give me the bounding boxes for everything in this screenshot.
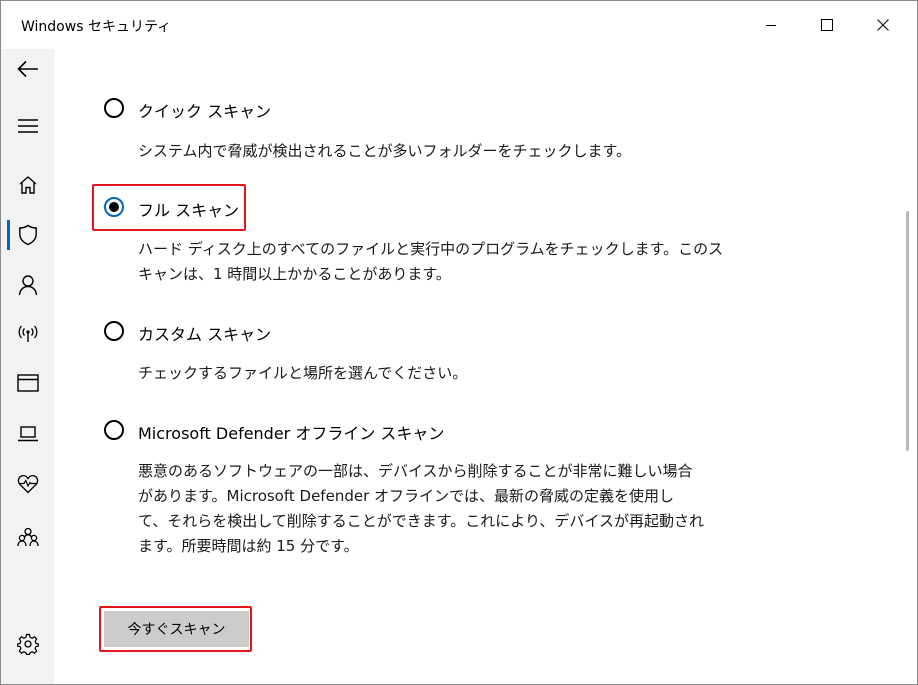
description-line: キャンは、1 時間以上かかることがあります。 [138, 265, 451, 283]
windows-security-window: Windows セキュリティ クイック スキャン システム内で脅威が検出されるこ… [0, 0, 918, 685]
offline-scan-radio[interactable] [104, 420, 124, 440]
offline-scan-label[interactable]: Microsoft Defender オフライン スキャン [138, 420, 444, 444]
nav-virus-protection[interactable] [1, 215, 54, 255]
full-scan-description: ハード ディスク上のすべてのファイルと実行中のプログラムをチェックします。このス… [138, 237, 723, 287]
description-line: て、それらを検出して削除することができます。これにより、デバイスが再起動され [138, 512, 704, 530]
radio-selected-dot [109, 202, 119, 212]
family-icon [16, 527, 39, 547]
description-line: システム内で脅威が検出されることが多いフォルダーをチェックします。 [138, 142, 632, 160]
description-line: ハード ディスク上のすべてのファイルと実行中のプログラムをチェックします。このス [138, 240, 724, 258]
quick-scan-radio[interactable] [104, 98, 124, 118]
description-line: 悪意のあるソフトウェアの一部は、デバイスから削除することが非常に難しい場合 [138, 462, 693, 480]
description-line: チェックするファイルと場所を選んでください。 [138, 364, 468, 382]
minimize-button[interactable] [748, 1, 794, 49]
title-bar: Windows セキュリティ [1, 1, 917, 49]
device-security-icon [17, 426, 38, 442]
app-browser-icon [16, 374, 39, 392]
menu-button[interactable] [1, 106, 54, 146]
maximize-icon [821, 19, 833, 31]
account-icon [18, 275, 37, 296]
back-icon [16, 60, 38, 78]
home-icon [19, 176, 36, 194]
settings-icon [16, 633, 39, 655]
scan-options-pane: クイック スキャン システム内で脅威が検出されることが多いフォルダーをチェックし… [54, 49, 917, 684]
nav-app-browser-control[interactable] [1, 363, 54, 403]
description-line: があります。Microsoft Defender オフラインでは、最新の脅威の定… [138, 487, 675, 505]
quick-scan-description: システム内で脅威が検出されることが多いフォルダーをチェックします。 [138, 139, 631, 164]
custom-scan-description: チェックするファイルと場所を選んでください。 [138, 361, 467, 386]
full-scan-label[interactable]: フル スキャン [138, 197, 239, 221]
minimize-icon [766, 25, 776, 26]
close-button[interactable] [860, 1, 906, 49]
scan-now-button[interactable]: 今すぐスキャン [104, 611, 249, 647]
health-icon [17, 474, 38, 494]
vertical-scrollbar[interactable] [906, 211, 909, 451]
network-icon [18, 325, 37, 342]
nav-settings[interactable] [1, 624, 54, 664]
nav-family-options[interactable] [1, 517, 54, 557]
offline-scan-description: 悪意のあるソフトウェアの一部は、デバイスから削除することが非常に難しい場合 があ… [138, 459, 704, 559]
custom-scan-radio[interactable] [104, 321, 124, 341]
navigation-sidebar [1, 49, 54, 684]
custom-scan-label[interactable]: カスタム スキャン [138, 321, 271, 345]
nav-account-protection[interactable] [1, 265, 54, 305]
shield-icon [18, 224, 37, 246]
window-title: Windows セキュリティ [21, 19, 172, 35]
nav-device-security[interactable] [1, 414, 54, 454]
close-icon [877, 19, 889, 31]
nav-home[interactable] [1, 165, 54, 205]
description-line: ます。所要時間は約 15 分です。 [138, 537, 359, 555]
nav-firewall-network[interactable] [1, 314, 54, 354]
quick-scan-label[interactable]: クイック スキャン [138, 98, 271, 122]
full-scan-radio[interactable] [104, 197, 124, 217]
menu-icon [17, 119, 38, 133]
nav-device-performance-health[interactable] [1, 464, 54, 504]
back-button[interactable] [1, 49, 54, 89]
maximize-button[interactable] [804, 1, 850, 49]
